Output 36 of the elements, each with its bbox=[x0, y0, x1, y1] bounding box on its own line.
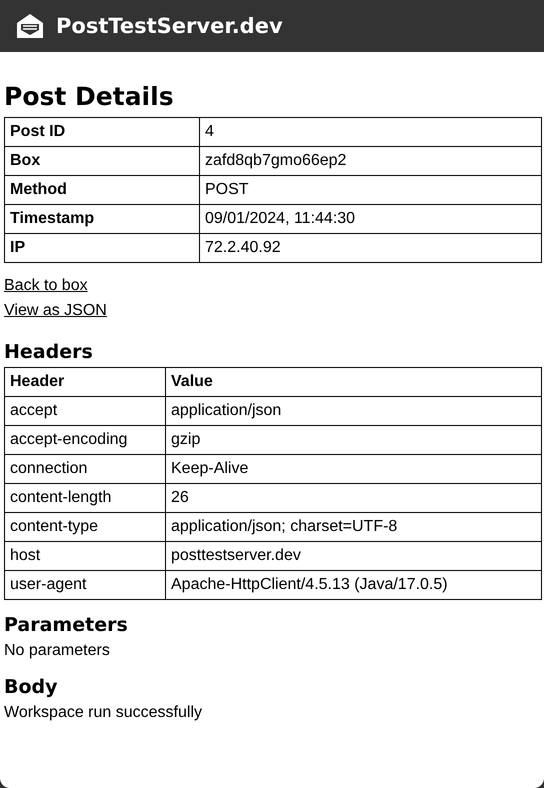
table-cell: accept bbox=[4, 396, 166, 426]
page-heading: Post Details bbox=[4, 82, 174, 111]
table-cell: application/json bbox=[166, 396, 542, 426]
table-cell: user-agent bbox=[4, 570, 166, 600]
table-cell: Timestamp bbox=[4, 204, 200, 234]
table-cell: accept-encoding bbox=[4, 426, 166, 454]
table-cell: 26 bbox=[166, 484, 542, 512]
section-text: No parameters bbox=[4, 641, 110, 661]
site-title: PostTestServer.dev bbox=[56, 14, 283, 38]
table-cell: POST bbox=[200, 176, 542, 204]
column-header: Header bbox=[4, 368, 166, 396]
table-cell: Apache-HttpClient/4.5.13 (Java/17.0.5) bbox=[166, 570, 542, 600]
table-cell: 4 bbox=[200, 118, 542, 146]
text-link[interactable]: Back to box bbox=[4, 273, 88, 298]
table-cell: application/json; charset=UTF-8 bbox=[166, 512, 542, 542]
table-cell: content-type bbox=[4, 512, 166, 542]
section-text: Workspace run successfully bbox=[4, 703, 202, 723]
table-cell: gzip bbox=[166, 426, 542, 454]
text-link[interactable]: View as JSON bbox=[4, 298, 107, 323]
envelope-icon bbox=[16, 13, 44, 39]
table-cell: 72.2.40.92 bbox=[200, 234, 542, 262]
section-heading: Parameters bbox=[4, 614, 128, 636]
section-heading: Body bbox=[4, 676, 58, 698]
table-cell: Keep-Alive bbox=[166, 454, 542, 484]
column-header: Value bbox=[166, 368, 542, 396]
table-cell: 09/01/2024, 11:44:30 bbox=[200, 204, 542, 234]
table-cell: host bbox=[4, 542, 166, 570]
table-cell: content-length bbox=[4, 484, 166, 512]
table-cell: IP bbox=[4, 234, 200, 262]
table-cell: zafd8qb7gmo66ep2 bbox=[200, 146, 542, 176]
table-cell: connection bbox=[4, 454, 166, 484]
table-cell: Method bbox=[4, 176, 200, 204]
table-cell: posttestserver.dev bbox=[166, 542, 542, 570]
table-cell: Post ID bbox=[4, 118, 200, 146]
table-cell: Box bbox=[4, 146, 200, 176]
section-heading: Headers bbox=[4, 341, 93, 363]
